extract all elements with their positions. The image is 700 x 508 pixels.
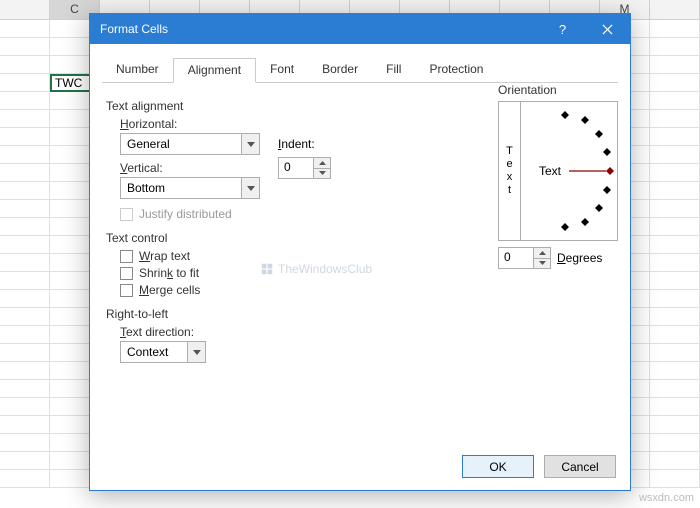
tab-strip: Number Alignment Font Border Fill Protec… <box>102 58 618 83</box>
cancel-button[interactable]: Cancel <box>544 455 616 478</box>
ok-button[interactable]: OK <box>462 455 534 478</box>
tab-alignment[interactable]: Alignment <box>173 58 256 83</box>
chevron-down-icon <box>241 134 259 154</box>
vertical-combo[interactable]: Bottom <box>120 177 260 199</box>
spinner-down-icon[interactable] <box>534 259 550 269</box>
justify-distributed-checkbox: Justify distributed <box>120 207 466 221</box>
col-header-blank[interactable] <box>0 0 50 19</box>
spinner-up-icon[interactable] <box>534 248 550 259</box>
format-cells-dialog: Format Cells ? Number Alignment Font Bor… <box>89 13 631 491</box>
indent-value: 0 <box>279 158 313 178</box>
text-direction-value: Context <box>121 345 187 359</box>
orientation-widget[interactable]: Text <box>498 101 618 241</box>
checkbox-icon <box>120 208 133 221</box>
degrees-spinner[interactable]: 0 <box>498 247 551 269</box>
orientation-vertical-text[interactable]: Text <box>499 102 521 240</box>
vertical-label: Vertical: <box>120 161 260 175</box>
svg-text:Text: Text <box>539 164 562 178</box>
group-text-alignment: Text alignment <box>106 99 466 113</box>
spinner-down-icon[interactable] <box>314 169 330 179</box>
tab-protection[interactable]: Protection <box>415 58 497 82</box>
tab-number[interactable]: Number <box>102 58 173 82</box>
text-direction-combo[interactable]: Context <box>120 341 206 363</box>
degrees-label: Degrees <box>557 251 602 265</box>
horizontal-combo[interactable]: General <box>120 133 260 155</box>
credit: wsxdn.com <box>639 492 694 504</box>
degrees-value: 0 <box>499 248 533 268</box>
checkbox-icon <box>120 250 133 263</box>
group-text-control: Text control <box>106 231 466 245</box>
horizontal-value: General <box>121 137 241 151</box>
wrap-text-checkbox[interactable]: Wrap text <box>120 249 466 263</box>
tab-fill[interactable]: Fill <box>372 58 415 82</box>
checkbox-icon <box>120 284 133 297</box>
chevron-down-icon <box>187 342 205 362</box>
vertical-value: Bottom <box>121 181 241 195</box>
checkbox-icon <box>120 267 133 280</box>
dialog-title: Format Cells <box>100 22 540 36</box>
horizontal-label: HHorizontal:orizontal: <box>120 117 466 131</box>
indent-label: Indent: <box>278 137 315 151</box>
titlebar[interactable]: Format Cells ? <box>90 14 630 44</box>
tab-border[interactable]: Border <box>308 58 372 82</box>
help-button[interactable]: ? <box>540 14 585 44</box>
chevron-down-icon <box>241 178 259 198</box>
close-button[interactable] <box>585 14 630 44</box>
indent-spinner[interactable]: 0 <box>278 157 331 179</box>
spinner-up-icon[interactable] <box>314 158 330 169</box>
tab-font[interactable]: Font <box>256 58 308 82</box>
text-direction-label: Text direction: <box>120 325 466 339</box>
orientation-label: Orientation <box>498 83 618 97</box>
group-rtl: Right-to-left <box>106 307 466 321</box>
orientation-arc[interactable]: Text <box>521 102 617 240</box>
merge-cells-checkbox[interactable]: Merge cells <box>120 283 466 297</box>
shrink-to-fit-checkbox[interactable]: Shrink to fit <box>120 266 466 280</box>
